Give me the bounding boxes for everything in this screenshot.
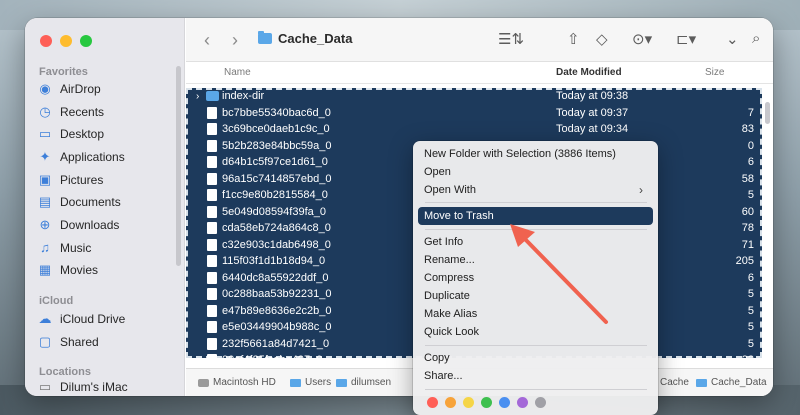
arrow-shaft xyxy=(520,234,608,324)
annotation-arrow xyxy=(510,224,608,324)
